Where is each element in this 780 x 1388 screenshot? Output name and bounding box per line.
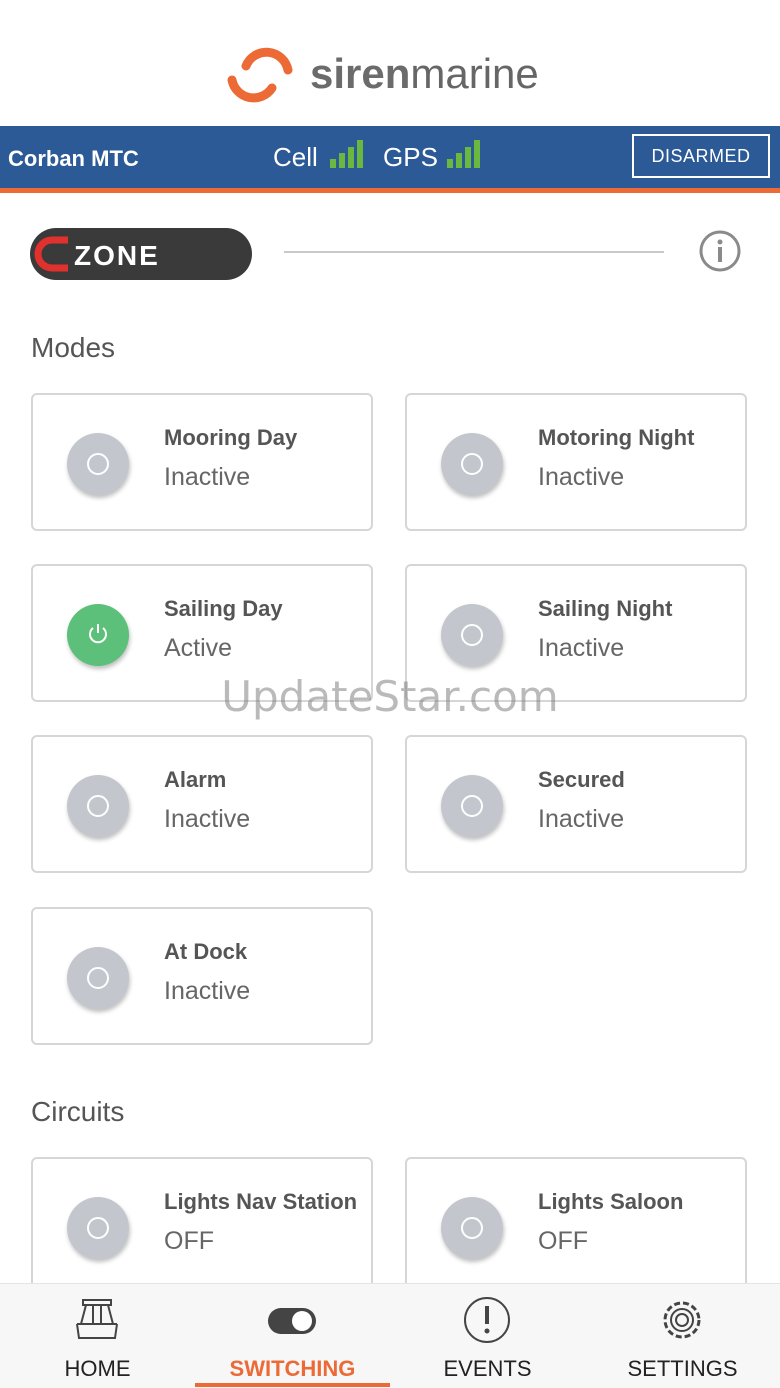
circuit-state: OFF: [538, 1227, 588, 1255]
mode-toggle-button[interactable]: [441, 775, 503, 837]
boat-icon: [76, 1299, 118, 1339]
czone-logo: ZONE: [30, 228, 252, 280]
circle-icon: [87, 795, 109, 817]
circle-icon: [87, 453, 109, 475]
app-header: sirenmarine: [0, 0, 780, 126]
siren-logo-icon: [227, 47, 293, 103]
gear-icon: [663, 1301, 701, 1339]
circle-icon: [87, 1217, 109, 1239]
mode-card-at-dock[interactable]: At Dock Inactive: [31, 907, 373, 1045]
mode-state: Active: [164, 634, 233, 662]
nav-switching-label: SWITCHING: [229, 1356, 356, 1381]
nav-switching[interactable]: SWITCHING: [195, 1284, 390, 1388]
mode-name: Alarm: [164, 767, 227, 792]
brand-wordmark: sirenmarine: [310, 50, 539, 97]
nav-home[interactable]: HOME: [0, 1284, 195, 1388]
circle-icon: [461, 795, 483, 817]
gps-signal-icon: [447, 138, 487, 168]
active-tab-indicator: [195, 1383, 390, 1387]
circuit-name: Lights Saloon: [538, 1189, 684, 1214]
mode-toggle-button[interactable]: [441, 433, 503, 495]
mode-state: Inactive: [538, 805, 625, 833]
mode-name: Secured: [538, 767, 625, 792]
czone-logo-text: ZONE: [74, 240, 160, 271]
nav-events[interactable]: EVENTS: [390, 1284, 585, 1388]
mode-state: Inactive: [164, 805, 251, 833]
bottom-nav: HOME SWITCHING EVENTS SETTINGS: [0, 1283, 780, 1388]
circle-icon: [87, 967, 109, 989]
alert-icon: [464, 1297, 510, 1343]
status-accent-line: [0, 188, 780, 193]
modes-title: Modes: [31, 332, 116, 363]
cell-label: Cell: [273, 142, 318, 172]
mode-card-secured[interactable]: Secured Inactive: [405, 735, 747, 873]
mode-name: Sailing Night: [538, 596, 673, 621]
circuits-title: Circuits: [31, 1096, 125, 1127]
mode-toggle-button[interactable]: [441, 604, 503, 666]
nav-events-label: EVENTS: [443, 1356, 532, 1381]
mode-card-motoring-night[interactable]: Motoring Night Inactive: [405, 393, 747, 531]
cell-signal-icon: [330, 138, 370, 168]
mode-name: At Dock: [164, 939, 248, 964]
circle-icon: [461, 453, 483, 475]
mode-toggle-button[interactable]: [67, 604, 129, 666]
gps-label: GPS: [383, 142, 438, 172]
nav-settings[interactable]: SETTINGS: [585, 1284, 780, 1388]
circuit-name: Lights Nav Station: [164, 1189, 358, 1214]
mode-toggle-button[interactable]: [67, 775, 129, 837]
circuit-state: OFF: [164, 1227, 214, 1255]
mode-toggle-button[interactable]: [67, 947, 129, 1009]
mode-state: Inactive: [164, 977, 251, 1005]
mode-toggle-button[interactable]: [67, 433, 129, 495]
mode-state: Inactive: [538, 463, 625, 491]
boat-name: Corban MTC: [8, 146, 139, 171]
circuit-toggle-button[interactable]: [67, 1197, 129, 1259]
watermark: UpdateStar.com: [221, 672, 559, 721]
mode-name: Sailing Day: [164, 596, 283, 621]
mode-card-alarm[interactable]: Alarm Inactive: [31, 735, 373, 873]
nav-settings-label: SETTINGS: [627, 1356, 738, 1381]
mode-card-mooring-day[interactable]: Mooring Day Inactive: [31, 393, 373, 531]
mode-state: Inactive: [538, 634, 625, 662]
toggle-icon: [268, 1308, 316, 1334]
divider: [284, 251, 664, 253]
power-icon: [89, 624, 107, 644]
mode-name: Mooring Day: [164, 425, 298, 450]
mode-state: Inactive: [164, 463, 251, 491]
circle-icon: [461, 1217, 483, 1239]
info-icon[interactable]: [699, 230, 741, 272]
nav-home-label: HOME: [64, 1356, 131, 1381]
circle-icon: [461, 624, 483, 646]
disarmed-button[interactable]: DISARMED: [632, 134, 770, 178]
mode-name: Motoring Night: [538, 425, 695, 450]
circuit-toggle-button[interactable]: [441, 1197, 503, 1259]
